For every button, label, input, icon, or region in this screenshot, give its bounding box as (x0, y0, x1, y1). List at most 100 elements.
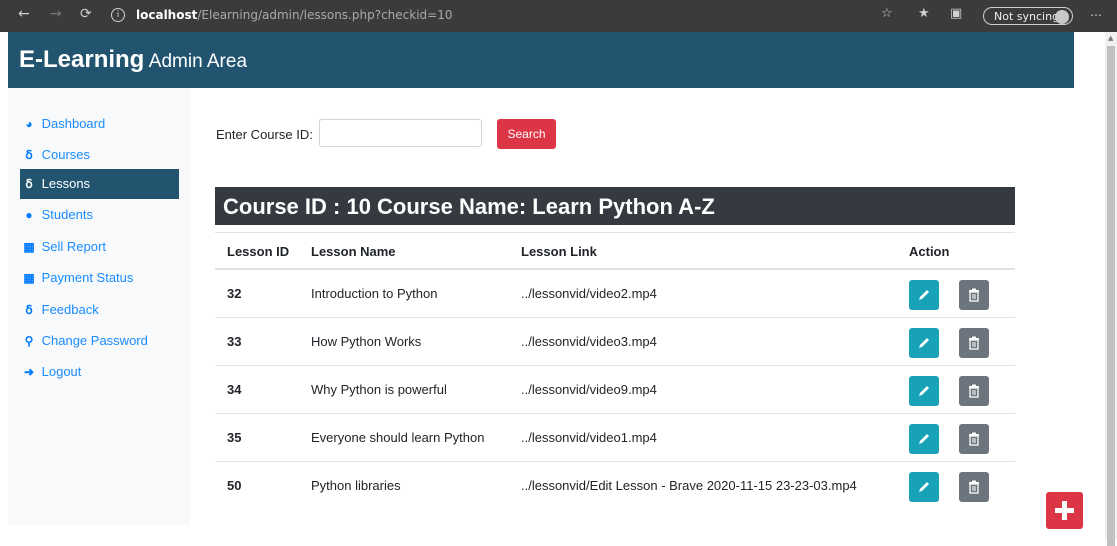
back-icon[interactable]: ← (18, 6, 30, 22)
sidebar-item-label: Feedback (41, 302, 99, 317)
address-host: localhost (136, 8, 198, 22)
edit-button[interactable] (909, 280, 939, 310)
edit-button[interactable] (909, 424, 939, 454)
trash-icon (969, 480, 979, 494)
trash-icon (969, 384, 979, 398)
favorites-list-icon[interactable]: ★ (918, 6, 930, 21)
address-bar[interactable]: localhost/Elearning/admin/lessons.php?ch… (136, 8, 452, 22)
sidebar-item-label: Courses (41, 147, 91, 162)
lesson-id: 32 (227, 286, 242, 301)
lessons-table: Lesson ID Lesson Name Lesson Link Action… (215, 232, 1015, 509)
sidebar-item-label: Dashboard (41, 116, 106, 131)
graduation-icon: ẟ (25, 303, 33, 317)
delete-button[interactable] (959, 472, 989, 502)
pencil-icon (919, 338, 929, 348)
sidebar-item-courses[interactable]: ẟ Courses (20, 140, 179, 170)
dashboard-icon: ◕ (25, 117, 33, 131)
lesson-link: ../lessonvid/video3.mp4 (521, 334, 657, 349)
column-header: Action (909, 244, 950, 259)
forward-icon[interactable]: → (50, 6, 62, 22)
table-icon: ▦ (23, 271, 35, 285)
lesson-id: 34 (227, 382, 242, 397)
trash-icon (969, 432, 979, 446)
sync-label: Not syncing (994, 10, 1060, 23)
lesson-link: ../lessonvid/video2.mp4 (521, 286, 657, 301)
scrollbar-thumb[interactable] (1107, 46, 1115, 546)
sidebar-item-label: Payment Status (41, 270, 134, 285)
sidebar-item-label: Sell Report (41, 239, 106, 254)
brand-bold: E-Learning (19, 46, 145, 73)
plus-icon (1055, 501, 1074, 520)
graduation-icon: ẟ (25, 148, 33, 162)
sync-button[interactable]: Not syncing (983, 7, 1073, 25)
sidebar-item-lessons[interactable]: ẟ Lessons (20, 169, 179, 199)
table-row: 33 How Python Works ../lessonvid/video3.… (215, 317, 1015, 365)
app-header: E-Learning Admin Area (8, 32, 1074, 88)
favorite-star-icon[interactable]: ☆ (881, 6, 893, 21)
add-lesson-button[interactable] (1046, 492, 1083, 529)
lesson-id: 50 (227, 478, 242, 493)
sidebar-item-payment-status[interactable]: ▦ Payment Status (20, 263, 179, 293)
sidebar-item-label: Students (41, 207, 93, 222)
lesson-name: Introduction to Python (311, 286, 438, 301)
sign-out-icon: ➜ (23, 365, 35, 379)
sidebar-item-label: Logout (41, 364, 82, 379)
edit-button[interactable] (909, 376, 939, 406)
course-title: Course ID : 10 Course Name: Learn Python… (215, 187, 1015, 225)
column-header: Lesson Name (311, 244, 396, 259)
sidebar-item-logout[interactable]: ➜ Logout (20, 357, 179, 387)
table-row: 50 Python libraries ../lessonvid/Edit Le… (215, 461, 1015, 509)
refresh-icon[interactable]: ⟳ (80, 6, 92, 22)
table-row: 34 Why Python is powerful ../lessonvid/v… (215, 365, 1015, 413)
lesson-name: Why Python is powerful (311, 382, 447, 397)
course-id-input[interactable] (319, 119, 482, 147)
course-id-label: Enter Course ID: (216, 127, 313, 142)
lesson-link: ../lessonvid/Edit Lesson - Brave 2020-11… (521, 478, 857, 493)
more-icon[interactable]: ⋯ (1090, 8, 1102, 22)
lesson-link: ../lessonvid/video1.mp4 (521, 430, 657, 445)
browser-toolbar: ← → ⟳ i localhost/Elearning/admin/lesson… (0, 0, 1117, 32)
delete-button[interactable] (959, 376, 989, 406)
edit-button[interactable] (909, 328, 939, 358)
lesson-id: 35 (227, 430, 242, 445)
scroll-up-icon[interactable]: ▲ (1108, 34, 1113, 42)
trash-icon (969, 336, 979, 350)
graduation-icon: ẟ (25, 177, 33, 191)
sidebar-item-label: Change Password (41, 333, 148, 348)
pencil-icon (919, 434, 929, 444)
collections-icon[interactable]: ▣ (950, 6, 962, 21)
lesson-name: Python libraries (311, 478, 401, 493)
edit-button[interactable] (909, 472, 939, 502)
search-button[interactable]: Search (497, 119, 556, 149)
lesson-name: How Python Works (311, 334, 422, 349)
lesson-id: 33 (227, 334, 242, 349)
pencil-icon (919, 290, 929, 300)
sidebar-item-sell-report[interactable]: ▦ Sell Report (20, 232, 179, 262)
lesson-name: Everyone should learn Python (311, 430, 485, 445)
pencil-icon (919, 482, 929, 492)
column-header: Lesson ID (227, 244, 290, 259)
delete-button[interactable] (959, 424, 989, 454)
lesson-link: ../lessonvid/video9.mp4 (521, 382, 657, 397)
table-icon: ▦ (23, 240, 35, 254)
users-icon: ● (25, 208, 33, 222)
sidebar-item-students[interactable]: ● Students (20, 200, 179, 230)
table-row: 35 Everyone should learn Python ../lesso… (215, 413, 1015, 461)
brand-rest: Admin Area (148, 51, 248, 72)
key-icon: ⚲ (24, 334, 34, 348)
sidebar-item-feedback[interactable]: ẟ Feedback (20, 295, 179, 325)
delete-button[interactable] (959, 280, 989, 310)
brand[interactable]: E-Learning Admin Area (19, 46, 247, 74)
delete-button[interactable] (959, 328, 989, 358)
column-header: Lesson Link (521, 244, 597, 259)
table-row: 32 Introduction to Python ../lessonvid/v… (215, 269, 1015, 317)
scrollbar[interactable]: ▲ (1105, 32, 1117, 546)
sidebar-item-label: Lessons (41, 176, 91, 191)
pencil-icon (919, 386, 929, 396)
sidebar-item-change-password[interactable]: ⚲ Change Password (20, 326, 179, 356)
info-icon[interactable]: i (111, 8, 125, 22)
table-header-row: Lesson ID Lesson Name Lesson Link Action (215, 232, 1015, 269)
sidebar-item-dashboard[interactable]: ◕ Dashboard (20, 109, 179, 139)
profile-avatar (1055, 10, 1069, 24)
trash-icon (969, 288, 979, 302)
